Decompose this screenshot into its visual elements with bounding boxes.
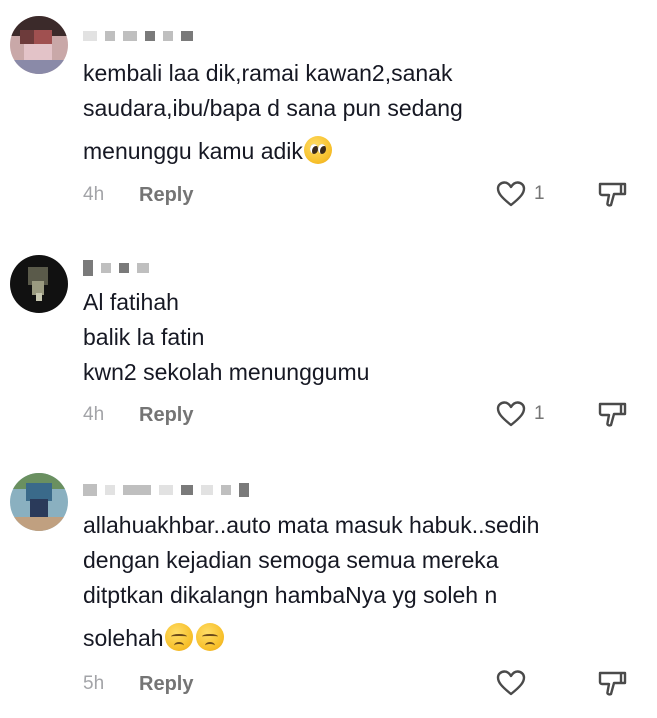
like-button[interactable]: 1 xyxy=(496,181,545,207)
thumbs-down-icon xyxy=(598,671,627,696)
avatar-image xyxy=(10,473,68,531)
reply-button[interactable]: Reply xyxy=(139,673,193,696)
comment-actions: 4h Reply 1 xyxy=(83,181,643,209)
timestamp: 4h xyxy=(83,184,105,205)
heart-icon xyxy=(496,670,526,696)
heart-icon xyxy=(496,401,526,427)
comment-line: allahuakhbar..auto mata masuk habuk..sed… xyxy=(83,512,540,538)
dislike-button[interactable] xyxy=(597,670,627,703)
comment-line: Al fatihah xyxy=(83,289,179,315)
comment-line: dengan kejadian semoga semua mereka xyxy=(83,547,499,573)
comment-line-text: menunggu kamu adik xyxy=(83,138,303,164)
avatar-image xyxy=(10,255,68,313)
disappointed-face-emoji-icon xyxy=(195,623,224,651)
like-count: 1 xyxy=(534,183,545,204)
username-obscured[interactable] xyxy=(83,260,149,276)
comment-line: ditptkan dikalangn hambaNya yg soleh n xyxy=(83,582,498,608)
comment-text: kembali laa dik,ramai kawan2,sanak sauda… xyxy=(83,56,603,169)
thumbs-down-icon xyxy=(598,182,627,207)
pleading-face-emoji-icon xyxy=(303,136,332,164)
comment-line: kwn2 sekolah menunggumu xyxy=(83,359,370,385)
comment-line: balik la fatin xyxy=(83,324,205,350)
username-obscured[interactable] xyxy=(83,28,193,44)
disappointed-face-emoji-icon xyxy=(164,623,193,651)
comment-line: menunggu kamu adik xyxy=(83,134,603,169)
comment-actions: 5h Reply xyxy=(83,670,643,698)
timestamp: 5h xyxy=(83,673,105,694)
avatar[interactable] xyxy=(10,16,68,74)
username-obscured[interactable] xyxy=(83,482,249,498)
heart-icon xyxy=(496,181,526,207)
avatar-image xyxy=(10,16,68,74)
dislike-button[interactable] xyxy=(597,181,627,214)
comment-line-text: solehah xyxy=(83,625,164,651)
comment-text: Al fatihah balik la fatin kwn2 sekolah m… xyxy=(83,285,603,390)
like-button[interactable]: 1 xyxy=(496,401,545,427)
reply-button[interactable]: Reply xyxy=(139,184,193,207)
like-count: 1 xyxy=(534,403,545,424)
comment-text: allahuakhbar..auto mata masuk habuk..sed… xyxy=(83,508,603,656)
reply-button[interactable]: Reply xyxy=(139,404,193,427)
timestamp: 4h xyxy=(83,404,105,425)
comment-actions: 4h Reply 1 xyxy=(83,401,643,429)
like-button[interactable] xyxy=(496,670,534,696)
avatar[interactable] xyxy=(10,473,68,531)
thumbs-down-icon xyxy=(598,402,627,427)
comment-line: solehah xyxy=(83,621,603,656)
dislike-button[interactable] xyxy=(597,401,627,434)
comment-line: kembali laa dik,ramai kawan2,sanak xyxy=(83,60,453,86)
avatar[interactable] xyxy=(10,255,68,313)
comment-line: saudara,ibu/bapa d sana pun sedang xyxy=(83,95,463,121)
